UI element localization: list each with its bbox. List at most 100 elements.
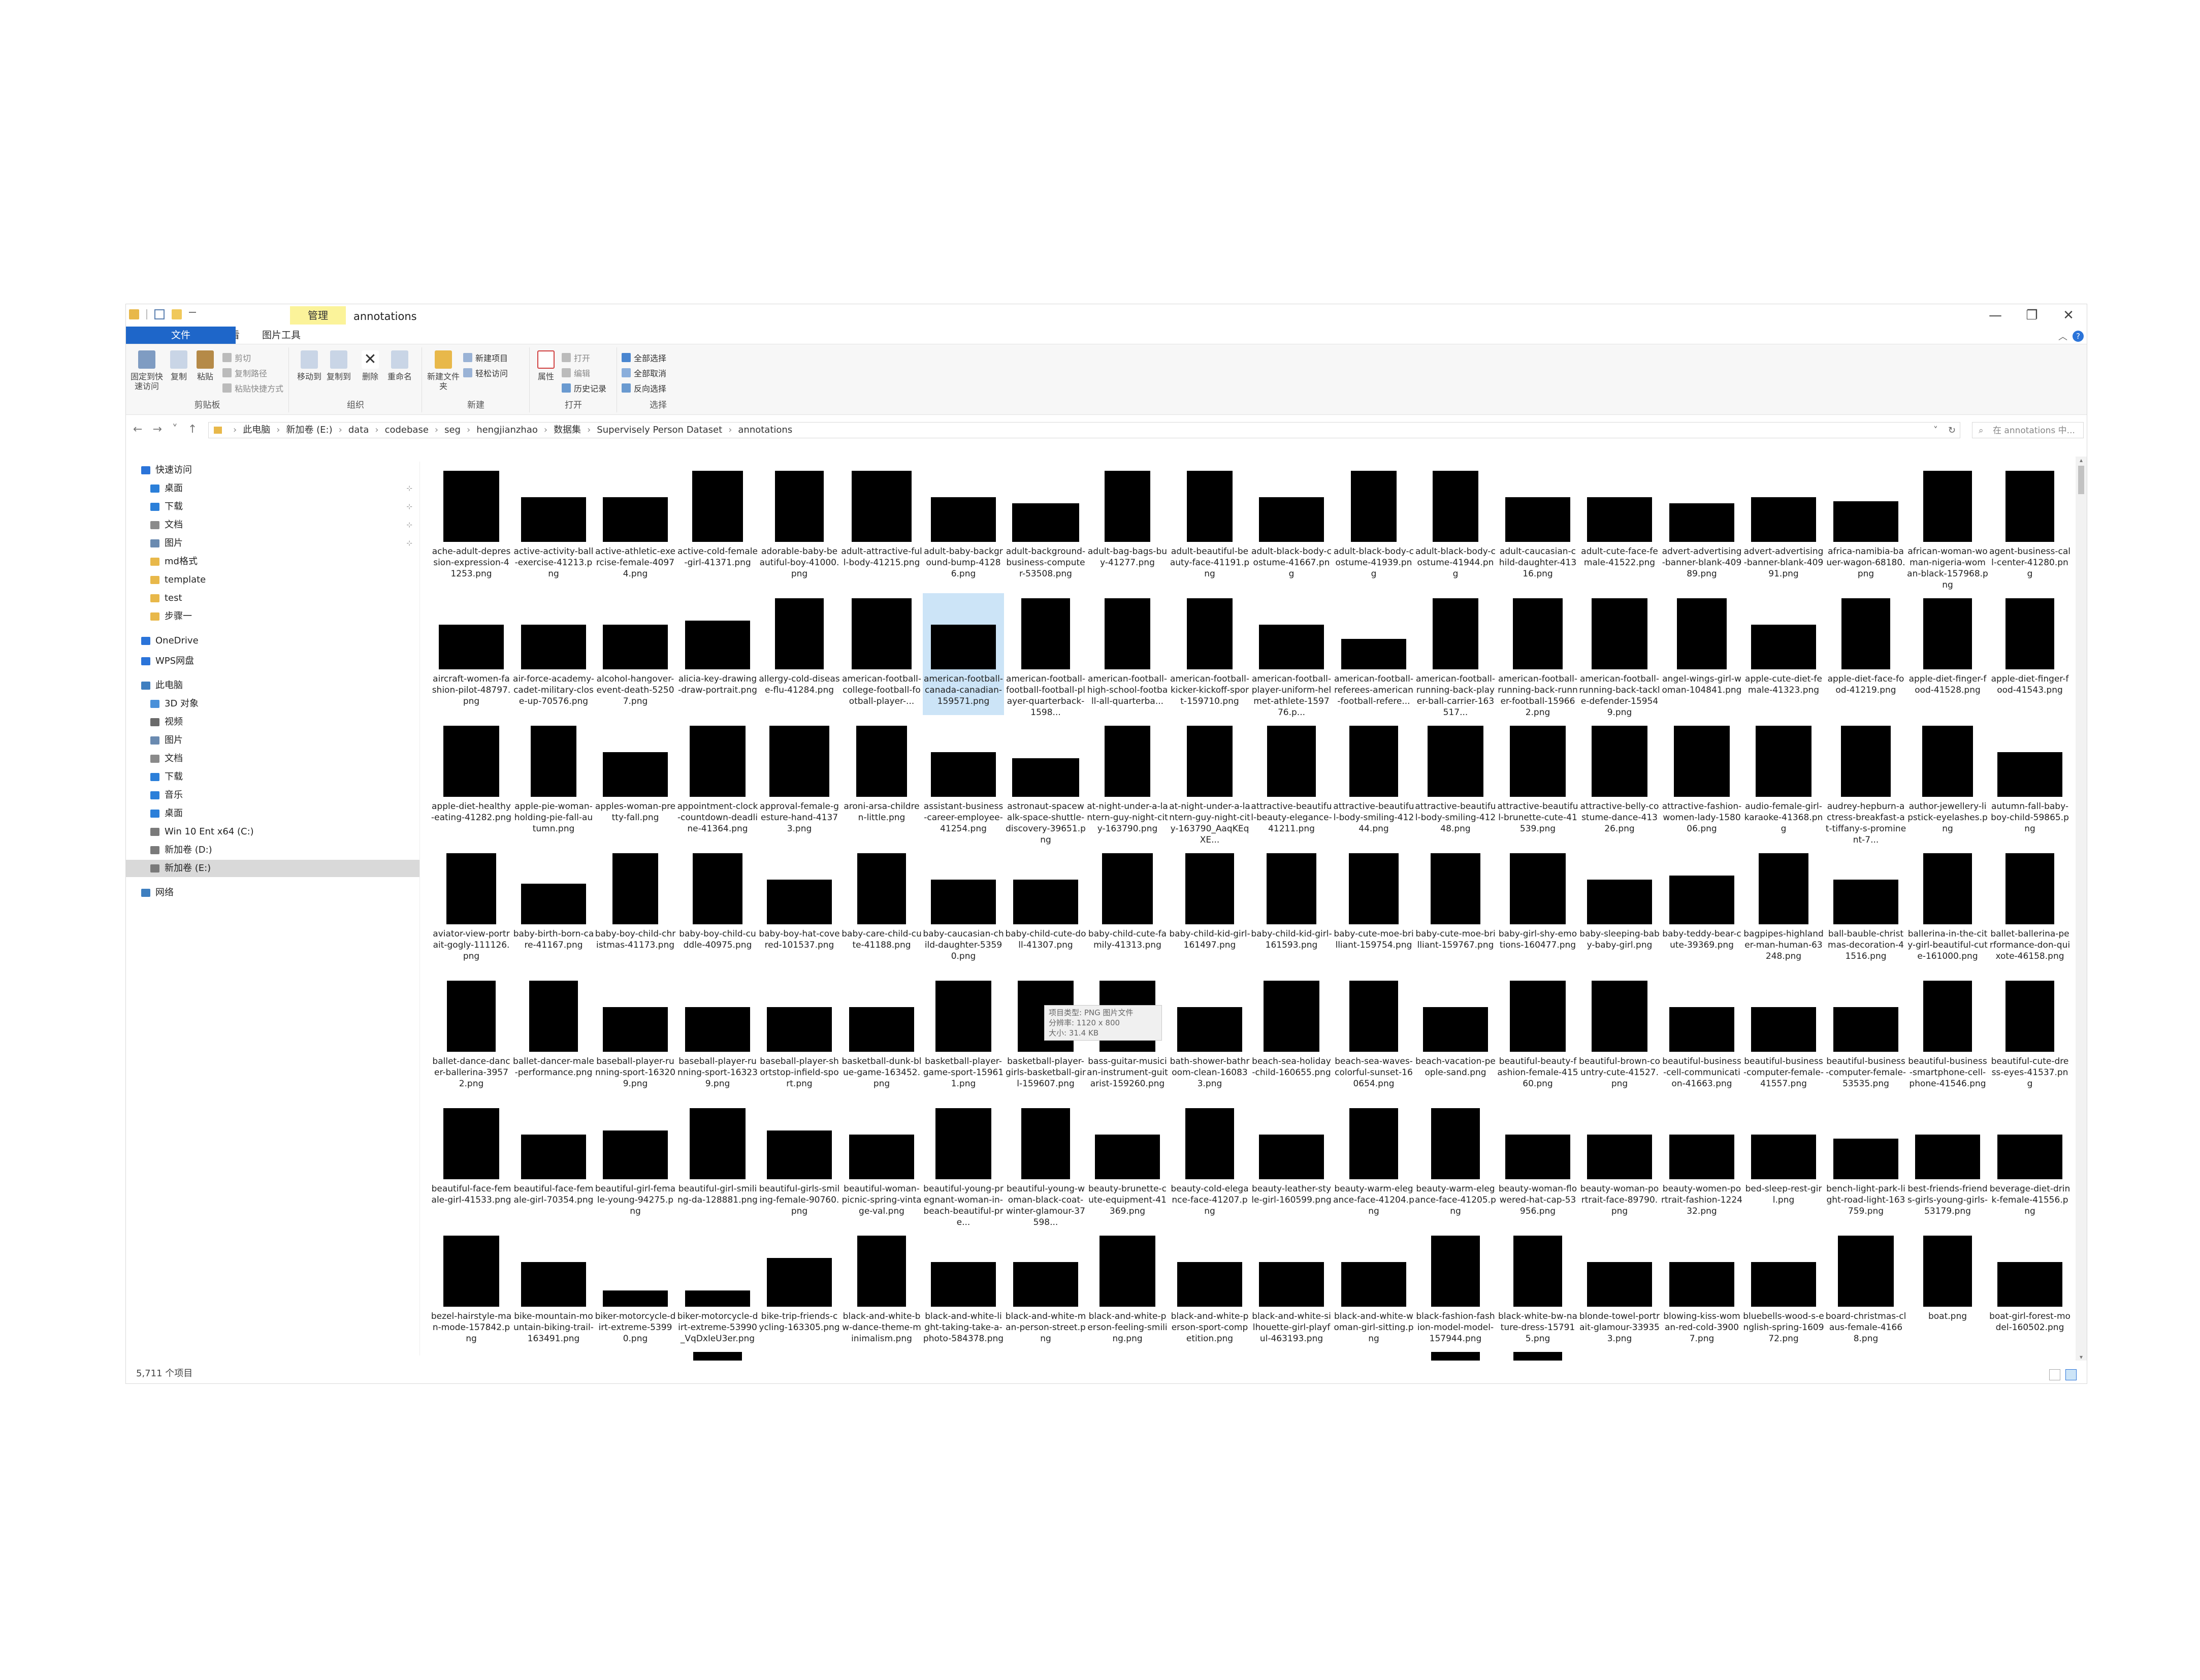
file-item[interactable]: beach-vacation-people-sand.png [1415, 976, 1496, 1097]
file-item[interactable]: american-football-kicker-kickoff-sport-1… [1169, 593, 1250, 715]
file-item[interactable]: beautiful-business-computer-female-53535… [1825, 976, 1906, 1097]
nav-item[interactable]: WPS网盘 [126, 653, 419, 670]
file-item[interactable]: aviator-view-portrait-gogly-111126.png [431, 848, 512, 970]
scrollbar-thumb[interactable] [2078, 466, 2084, 494]
file-item[interactable]: beverage-diet-drink-female-41556.png [1989, 1103, 2070, 1225]
close-button[interactable]: ✕ [2050, 304, 2087, 327]
nav-item[interactable]: 图片 [126, 732, 419, 749]
back-icon[interactable]: ← [133, 423, 142, 436]
file-item[interactable]: ballet-ballerina-performance-don-quixote… [1989, 848, 2070, 970]
file-item[interactable]: baby-boy-hat-covered-101537.png [759, 848, 840, 970]
easy-access-button[interactable]: 轻松访问 [463, 367, 508, 379]
file-item[interactable]: baby-caucasian-child-daughter-53590.png [923, 848, 1004, 970]
invert-selection-button[interactable]: 反向选择 [622, 382, 666, 394]
file-item[interactable]: beauty-woman-flowered-hat-cap-53956.png [1497, 1103, 1578, 1225]
edit-button[interactable]: 编辑 [562, 367, 590, 379]
file-item[interactable]: american-football-canada-canadian-159571… [923, 593, 1004, 715]
file-item[interactable]: baby-cute-moe-brilliant-159767.png [1415, 848, 1496, 970]
file-item[interactable]: ache-adult-depression-expression-41253.p… [431, 466, 512, 588]
breadcrumb-this-pc[interactable]: 此电脑 [243, 423, 270, 438]
file-item[interactable]: baby-girl-shy-emotions-160477.png [1497, 848, 1578, 970]
file-item[interactable]: audio-female-girl-karaoke-41368.png [1743, 721, 1824, 843]
file-item[interactable]: ballerina-in-the-city-girl-beautiful-cut… [1907, 848, 1988, 970]
copy-path-button[interactable]: 复制路径 [222, 367, 267, 379]
scroll-up-icon[interactable]: ▴ [2076, 457, 2087, 464]
file-item[interactable]: apple-cute-diet-female-41323.png [1743, 593, 1824, 715]
nav-item[interactable]: 新加卷 (D:) [126, 842, 419, 859]
file-item[interactable]: black-and-white-woman-girl-sitting.png [1333, 1231, 1414, 1352]
file-item[interactable]: black-and-white-man-person-street.png [1005, 1231, 1086, 1352]
file-item[interactable]: black-fashion-fashion-model-model-157944… [1415, 1231, 1496, 1352]
file-item[interactable]: board-christmas-claus-female-41668.png [1825, 1231, 1906, 1352]
file-item[interactable]: beach-sea-waves-colorful-sunset-160654.p… [1333, 976, 1414, 1097]
file-item[interactable]: adult-beautiful-beauty-face-41191.png [1169, 466, 1250, 588]
nav-item[interactable]: 3D 对象 [126, 695, 419, 713]
nav-item[interactable]: 下载 ⊹ [126, 498, 419, 515]
file-item[interactable]: apples-woman-pretty-fall.png [595, 721, 676, 843]
file-item[interactable]: appointment-clock-countdown-deadline-413… [677, 721, 758, 843]
nav-item[interactable]: 桌面 ⊹ [126, 480, 419, 497]
file-item[interactable]: adult-bag-bags-buy-41277.png [1087, 466, 1168, 588]
minimize-button[interactable]: — [1977, 304, 2014, 327]
file-item[interactable]: beautiful-young-woman-black-coat-winter-… [1005, 1103, 1086, 1227]
file-item[interactable]: beautiful-beauty-fashion-female-41560.pn… [1497, 976, 1578, 1097]
file-item[interactable]: beautiful-face-female-girl-41533.png [431, 1103, 512, 1225]
file-item[interactable]: baby-child-cute-family-41313.png [1087, 848, 1168, 970]
file-item[interactable]: baseball-player-running-sport-163209.png [595, 976, 676, 1097]
details-view-icon[interactable] [2049, 1369, 2060, 1380]
file-item[interactable]: american-football-referees-american-foot… [1333, 593, 1414, 715]
file-item[interactable]: attractive-beautiful-beauty-elegance-412… [1251, 721, 1332, 843]
file-item[interactable]: adult-caucasian-child-daughter-41316.png [1497, 466, 1578, 588]
file-item[interactable]: black-and-white-bw-dance-theme-minimalis… [841, 1231, 922, 1352]
file-item[interactable]: advert-advertising-banner-blank-40991.pn… [1743, 466, 1824, 588]
file-item[interactable]: adorable-baby-beautiful-boy-41000.png [759, 466, 840, 588]
nav-item[interactable]: 此电脑 [126, 677, 419, 694]
file-item[interactable]: black-and-white-person-sport-competition… [1169, 1231, 1250, 1352]
file-item[interactable]: at-night-under-a-lantern-guy-night-city-… [1169, 721, 1250, 845]
nav-item[interactable]: 下载 [126, 768, 419, 786]
breadcrumb-seg[interactable]: seg [444, 423, 461, 438]
file-item[interactable]: baseball-player-shortstop-infield-sport.… [759, 976, 840, 1097]
file-item[interactable]: bath-shower-bathroom-clean-160833.png [1169, 976, 1250, 1097]
file-item[interactable]: basketball-dunk-blue-game-163452.png [841, 976, 922, 1097]
file-item[interactable]: apple-diet-face-food-41219.png [1825, 593, 1906, 715]
file-item[interactable]: air-force-academy-cadet-military-close-u… [513, 593, 594, 715]
file-item[interactable]: beautiful-business-computer-female-41557… [1743, 976, 1824, 1097]
new-folder-icon[interactable] [172, 309, 182, 319]
file-item[interactable]: adult-black-body-costume-41667.png [1251, 466, 1332, 588]
file-item[interactable]: astronaut-spacewalk-space-shuttle-discov… [1005, 721, 1086, 845]
nav-item[interactable]: 快速访问 [126, 462, 419, 479]
file-item[interactable]: bed-sleep-rest-girl.png [1743, 1103, 1824, 1225]
file-item[interactable]: beautiful-girl-smiling-da-128881.png [677, 1103, 758, 1225]
file-item[interactable]: apple-diet-finger-food-41528.png [1907, 593, 1988, 715]
nav-item[interactable]: template [126, 571, 419, 589]
breadcrumb-supervisely[interactable]: Supervisely Person Dataset [597, 423, 722, 438]
file-item[interactable]: attractive-fashion-women-lady-158006.png [1661, 721, 1742, 843]
file-item[interactable]: american-football-running-back-player-ba… [1415, 593, 1496, 718]
file-item[interactable]: attractive-beautiful-body-smiling-41248.… [1415, 721, 1496, 843]
nav-item[interactable]: md格式 [126, 553, 419, 570]
refresh-icon[interactable]: ↻ [1948, 423, 1956, 438]
file-item[interactable]: angel-wings-girl-woman-104841.png [1661, 593, 1742, 715]
address-bar[interactable]: › 此电脑 › 新加卷 (E:) › data › codebase › seg › he… [208, 422, 1960, 438]
copy-to-button[interactable]: 复制到 [323, 350, 354, 381]
vertical-scrollbar[interactable]: ▴ ▾ [2076, 457, 2087, 1361]
nav-item[interactable]: 视频 [126, 714, 419, 731]
new-item-button[interactable]: 新建项目 [463, 351, 508, 364]
file-item[interactable]: beautiful-face-female-girl-70354.png [513, 1103, 594, 1225]
new-folder-button[interactable]: 新建文件夹 [427, 350, 460, 391]
breadcrumb-annotations[interactable]: annotations [738, 423, 792, 438]
file-item[interactable]: active-athletic-exercise-female-40974.pn… [595, 466, 676, 588]
chevron-down-icon[interactable]: ˅ [1933, 423, 1938, 438]
recent-locations-icon[interactable]: ˅ [172, 423, 178, 436]
file-item[interactable]: baby-care-child-cute-41188.png [841, 848, 922, 970]
large-icons-view-icon[interactable] [2065, 1369, 2077, 1380]
properties-icon[interactable] [154, 309, 165, 319]
file-item[interactable]: american-football-college-football-footb… [841, 593, 922, 715]
file-item[interactable]: black-and-white-person-feeling-smiling.p… [1087, 1231, 1168, 1352]
cut-button[interactable]: 剪切 [222, 351, 251, 364]
file-item[interactable]: beautiful-cute-dress-eyes-41537.png [1989, 976, 2070, 1097]
history-button[interactable]: 历史记录 [562, 382, 606, 394]
file-item[interactable]: baby-boy-child-cuddle-40975.png [677, 848, 758, 970]
open-button[interactable]: 打开 [562, 351, 590, 364]
